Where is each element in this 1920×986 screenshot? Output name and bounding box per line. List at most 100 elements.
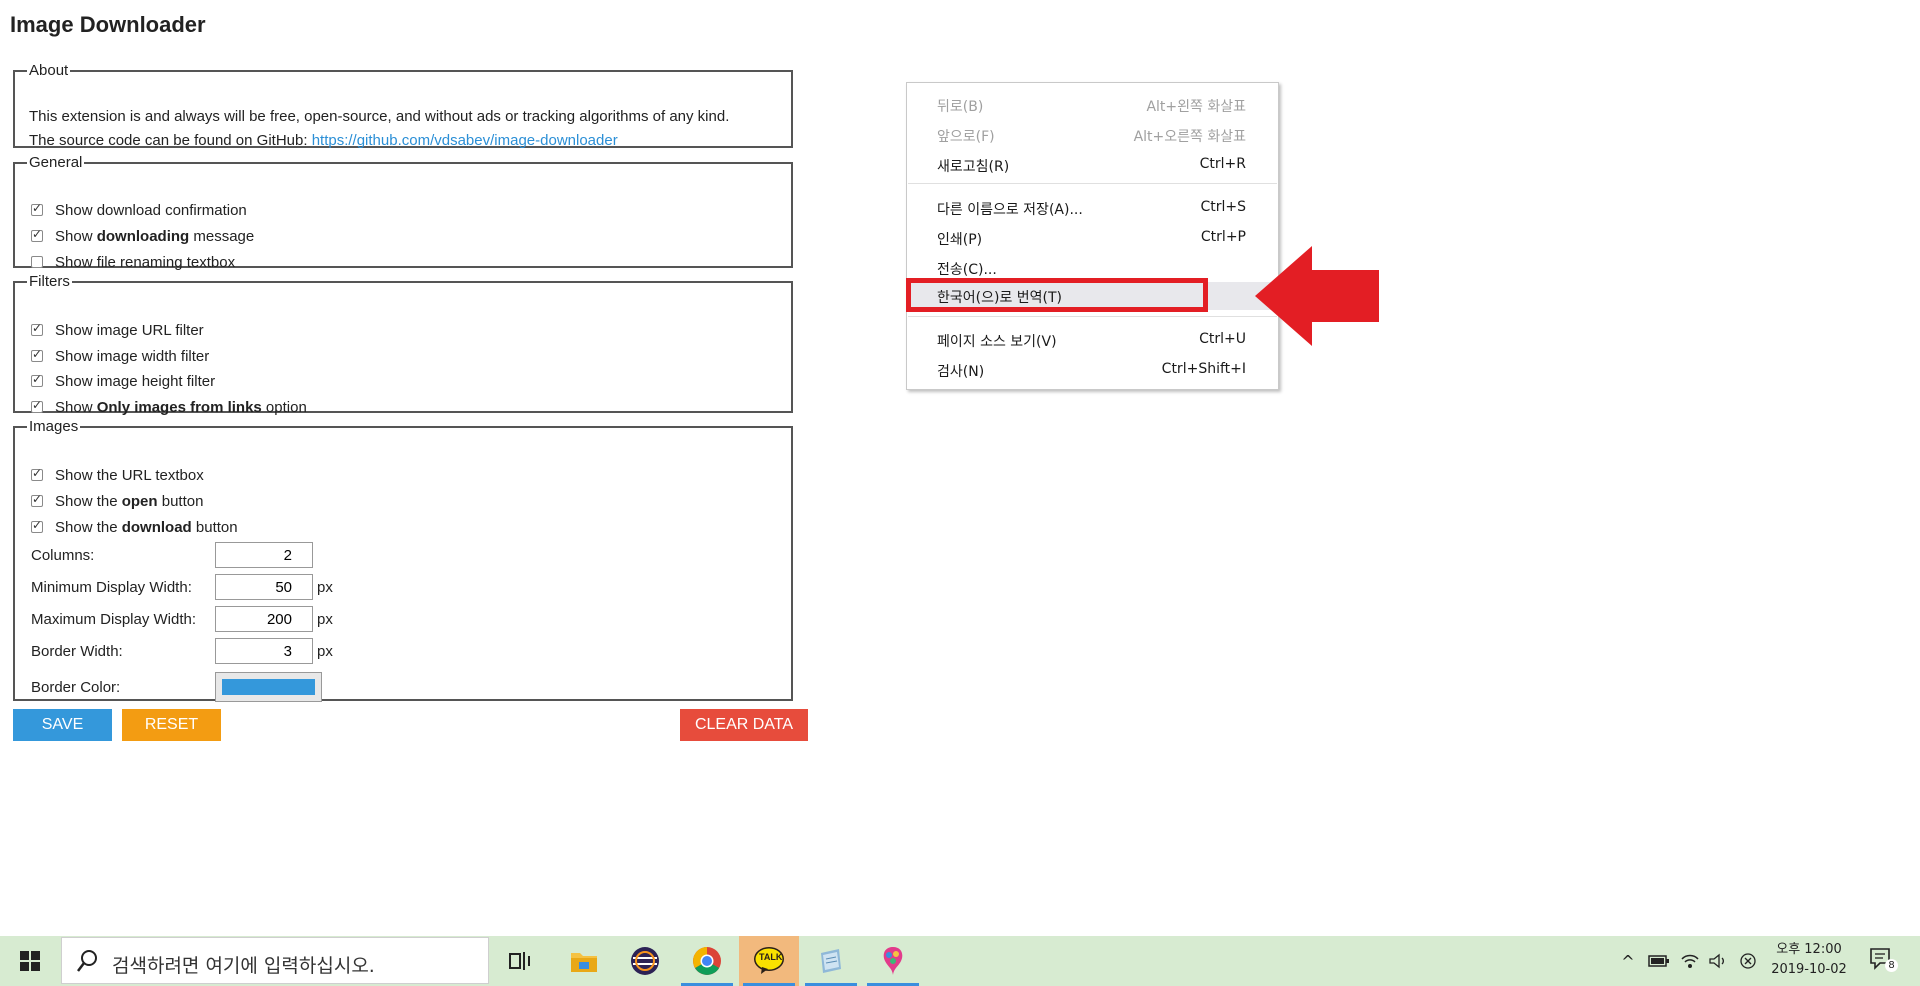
border-width-row: Border Width: px (31, 637, 333, 665)
min-width-label: Minimum Display Width: (31, 578, 192, 596)
task-view-icon[interactable] (490, 936, 550, 986)
min-width-input[interactable] (215, 574, 313, 600)
option-label: Show image width filter (55, 347, 210, 365)
filters-option-3[interactable]: Show image height filter (31, 371, 215, 391)
menu-item-shortcut: Ctrl+P (1200, 229, 1246, 245)
menu-item-shortcut: Alt+오른쪽 화살표 (1133, 129, 1246, 145)
menu-item-shortcut: Ctrl+R (1199, 156, 1246, 172)
context-menu: 뒤로(B) Alt+왼쪽 화살표 앞으로(F) Alt+오른쪽 화살표 새로고침(R… (906, 82, 1279, 390)
option-label-suffix: button (191, 518, 238, 536)
menu-item-back[interactable]: 뒤로(B) Alt+왼쪽 화살표 (907, 91, 1278, 119)
clear-data-button[interactable]: CLEAR DATA (680, 709, 808, 741)
search-placeholder: 검색하려면 여기에 입력하십시오. (112, 955, 375, 977)
checkbox[interactable] (31, 398, 43, 413)
border-width-label: Border Width: (31, 642, 123, 660)
menu-item-shortcut: Ctrl+S (1200, 199, 1246, 215)
menu-item-view-source[interactable]: 페이지 소스 보기(V) Ctrl+U (907, 326, 1278, 354)
eclipse-icon[interactable] (615, 936, 675, 986)
images-option-2[interactable]: Show the open button (31, 491, 203, 511)
border-width-input[interactable] (215, 638, 313, 664)
checkbox[interactable] (31, 227, 43, 242)
clock-time: 오후 12:00 (1776, 942, 1842, 957)
images-option-3[interactable]: Show the download button (31, 517, 238, 537)
option-label-bold: download (121, 518, 192, 536)
menu-item-shortcut: Ctrl+U (1199, 331, 1246, 347)
filters-option-4[interactable]: Show Only images from links option (31, 397, 307, 417)
option-label: Show the URL textbox (55, 466, 204, 484)
windows-icon (20, 951, 40, 971)
menu-item-shortcut: Ctrl+Shift+I (1161, 361, 1246, 377)
show-hidden-icons-icon[interactable]: ^ (1616, 936, 1640, 986)
option-label-bold: open (121, 492, 158, 510)
red-arrow-icon (1255, 246, 1379, 346)
option-label-suffix: message (189, 227, 255, 245)
columns-input[interactable] (215, 542, 313, 568)
general-option-3[interactable]: Show file renaming textbox (31, 252, 235, 272)
save-button[interactable]: SAVE (13, 709, 112, 741)
taskbar-search-box[interactable]: 검색하려면 여기에 입력하십시오. (61, 937, 489, 984)
wifi-icon[interactable] (1678, 936, 1702, 986)
kakaotalk-icon[interactable]: TALK (739, 936, 799, 986)
checkbox[interactable] (31, 201, 43, 216)
min-width-row: Minimum Display Width: px (31, 573, 333, 601)
menu-item-label: 다른 이름으로 저장(A)... (937, 202, 1083, 218)
menu-item-reload[interactable]: 새로고침(R) Ctrl+R (907, 151, 1278, 179)
general-option-2[interactable]: Show downloading message (31, 226, 254, 246)
github-link[interactable]: https://github.com/vdsabev/image-downloa… (312, 132, 618, 149)
checkbox[interactable] (31, 492, 43, 507)
option-label-suffix: option (261, 398, 307, 416)
option-label: Show file renaming textbox (55, 253, 236, 271)
menu-item-forward[interactable]: 앞으로(F) Alt+오른쪽 화살표 (907, 121, 1278, 149)
checkbox[interactable] (31, 321, 43, 336)
notification-count: 8 (1885, 959, 1898, 972)
about-section: About This extension is and always will … (13, 62, 793, 149)
option-label: Show image URL filter (55, 321, 204, 339)
checkbox[interactable] (31, 372, 43, 387)
ime-status-icon[interactable] (1736, 936, 1760, 986)
images-option-1[interactable]: Show the URL textbox (31, 465, 204, 485)
chrome-icon[interactable] (677, 936, 737, 986)
about-line-2-prefix: The source code can be found on GitHub: (29, 132, 312, 149)
file-explorer-icon[interactable] (554, 936, 614, 986)
highlight-box (906, 278, 1208, 312)
battery-icon[interactable] (1646, 936, 1672, 986)
kakaotalk-label: TALK (759, 952, 783, 962)
menu-item-save-as[interactable]: 다른 이름으로 저장(A)... Ctrl+S (907, 194, 1278, 222)
about-text: This extension is and always will be fre… (29, 105, 729, 153)
max-width-row: Maximum Display Width: px (31, 605, 333, 633)
notepad-icon[interactable] (801, 936, 861, 986)
volume-icon[interactable] (1706, 936, 1730, 986)
option-label: Show download confirmation (55, 201, 247, 219)
filters-option-1[interactable]: Show image URL filter (31, 320, 204, 340)
filters-section: Filters Show image URL filter Show image… (13, 273, 793, 416)
menu-item-shortcut: Alt+왼쪽 화살표 (1146, 99, 1246, 115)
images-legend: Images (29, 418, 79, 435)
checkbox[interactable] (31, 518, 43, 533)
action-center-button[interactable]: 8 (1868, 946, 1898, 976)
checkbox[interactable] (31, 466, 43, 481)
page-title: Image Downloader (10, 12, 206, 37)
menu-separator (908, 316, 1277, 317)
taskbar-clock[interactable]: 오후 12:00 2019-10-02 (1764, 940, 1854, 980)
taskbar: 검색하려면 여기에 입력하십시오. TALK ^ 오후 12:00 2019-1… (0, 936, 1920, 986)
max-width-label: Maximum Display Width: (31, 610, 197, 628)
menu-item-label: 전송(C)... (937, 262, 997, 278)
border-color-picker[interactable] (215, 672, 322, 702)
general-section: General Show download confirmation Show … (13, 154, 793, 271)
max-width-unit: px (317, 610, 333, 628)
max-width-input[interactable] (215, 606, 313, 632)
menu-separator (908, 183, 1277, 184)
general-option-1[interactable]: Show download confirmation (31, 200, 247, 220)
checkbox[interactable] (31, 256, 43, 268)
filters-option-2[interactable]: Show image width filter (31, 346, 209, 366)
clock-date: 2019-10-02 (1771, 962, 1847, 977)
border-color-row: Border Color: (31, 671, 322, 703)
checkbox[interactable] (31, 347, 43, 362)
paint-icon[interactable] (863, 936, 923, 986)
about-line-2: The source code can be found on GitHub: … (29, 129, 729, 153)
menu-item-inspect[interactable]: 검사(N) Ctrl+Shift+I (907, 356, 1278, 384)
start-button[interactable] (0, 936, 60, 986)
option-label-prefix: Show (55, 398, 97, 416)
menu-item-print[interactable]: 인쇄(P) Ctrl+P (907, 224, 1278, 252)
reset-button[interactable]: RESET (122, 709, 221, 741)
